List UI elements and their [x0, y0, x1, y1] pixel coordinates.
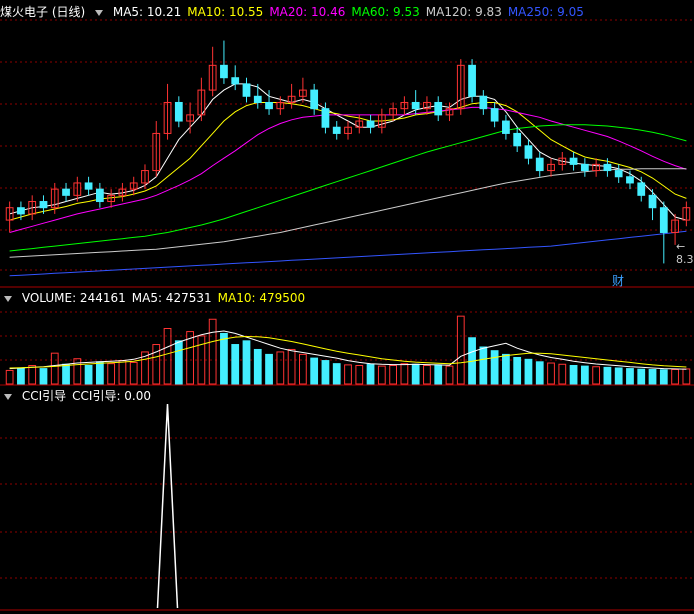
candle-body — [231, 77, 240, 85]
volume-bar — [671, 369, 679, 385]
candle-body — [513, 132, 522, 147]
price-chart[interactable] — [0, 0, 694, 288]
volume-bar — [445, 365, 454, 385]
volume-bar — [5, 369, 14, 385]
candle-body — [220, 64, 228, 79]
candle-body — [502, 120, 510, 134]
volume-bar — [637, 368, 646, 385]
candle-body — [603, 163, 612, 172]
volume-bar — [118, 360, 127, 385]
volume-bar — [220, 332, 228, 385]
volume-bar — [434, 364, 443, 385]
candle-body — [253, 95, 262, 103]
volume-bar — [344, 364, 352, 385]
volume-bar — [332, 363, 341, 385]
volume-bar — [535, 361, 544, 385]
volume-bar — [648, 369, 657, 385]
volume-bar — [355, 365, 364, 385]
candle-body — [434, 101, 443, 116]
volume-bar — [17, 367, 25, 385]
ma-line-ma120 — [9, 168, 687, 258]
volume-bar — [299, 353, 307, 385]
candle-body — [411, 101, 420, 110]
candle-body — [242, 83, 251, 97]
cci-pane[interactable]: CCI引导 CCI引导: 0.00 — [0, 386, 694, 614]
candle-body — [39, 201, 48, 209]
volume-bar — [569, 365, 578, 385]
candle-body — [524, 145, 533, 159]
candle-body — [659, 207, 668, 233]
volume-bar — [377, 365, 386, 385]
candle-body — [490, 108, 499, 122]
volume-bar — [682, 368, 691, 385]
candle-body — [332, 126, 341, 134]
volume-bar — [265, 353, 273, 385]
volume-bar — [39, 368, 48, 385]
volume-bar — [62, 363, 70, 385]
candle-body — [62, 188, 70, 196]
candle-body — [569, 157, 578, 165]
volume-bar — [174, 340, 183, 385]
volume-bar — [50, 352, 59, 385]
candle-body — [321, 108, 330, 128]
volume-bar — [490, 350, 499, 385]
candle-body — [265, 101, 273, 110]
candle-body — [95, 188, 104, 203]
price-pane[interactable]: 煤火电子 (日线) MA5: 10.21 MA10: 10.55 MA20: 10.… — [0, 0, 694, 288]
volume-bar — [276, 351, 285, 385]
candle-body — [479, 95, 488, 110]
volume-bar — [423, 365, 431, 385]
candle-body — [626, 176, 634, 184]
cci-line — [156, 403, 179, 609]
volume-bar — [614, 367, 623, 385]
volume-bar — [659, 369, 668, 385]
volume-bar — [547, 362, 555, 385]
volume-bar — [208, 318, 217, 385]
candle-body — [17, 207, 25, 215]
volume-bar — [502, 353, 510, 385]
volume-bar — [321, 360, 330, 385]
volume-bar — [456, 315, 465, 385]
volume-bar — [592, 366, 601, 385]
volume-bar — [28, 365, 37, 385]
volume-bar — [580, 365, 589, 385]
candle-body — [648, 194, 657, 209]
ma-line-ma250 — [9, 230, 687, 277]
volume-bar — [389, 365, 397, 385]
candle-body — [310, 89, 319, 110]
finance-marker[interactable]: 财 — [612, 272, 624, 289]
volume-bar — [400, 363, 409, 385]
volume-bar — [95, 361, 104, 385]
volume-chart[interactable] — [0, 288, 694, 386]
volume-bar — [129, 361, 138, 385]
volume-bar — [231, 344, 240, 385]
volume-bar — [524, 358, 533, 385]
volume-bar — [626, 368, 634, 385]
volume-bar — [287, 348, 296, 385]
volume-pane[interactable]: VOLUME: 244161 MA5: 427531 MA10: 479500 — [0, 288, 694, 386]
low-price-label: ← 8.30 — [676, 240, 694, 266]
volume-bar — [366, 363, 375, 385]
candle-body — [535, 157, 544, 172]
volume-bar — [253, 348, 262, 385]
volume-bar — [84, 365, 93, 385]
volume-bar — [163, 328, 172, 385]
candle-body — [580, 163, 589, 172]
volume-bar — [513, 356, 522, 385]
volume-bar — [411, 363, 420, 385]
candle-body — [84, 182, 93, 190]
candle-body — [174, 101, 183, 122]
volume-bar — [479, 346, 488, 385]
volume-bar — [107, 363, 116, 385]
candle-body — [614, 170, 623, 178]
candle-body — [366, 120, 375, 128]
volume-bar — [558, 363, 567, 385]
candle-body — [468, 64, 476, 97]
volume-bar — [310, 357, 319, 385]
volume-bar — [242, 340, 251, 385]
candle-body — [637, 182, 646, 196]
volume-bar — [603, 366, 612, 385]
cci-chart[interactable] — [0, 386, 694, 614]
